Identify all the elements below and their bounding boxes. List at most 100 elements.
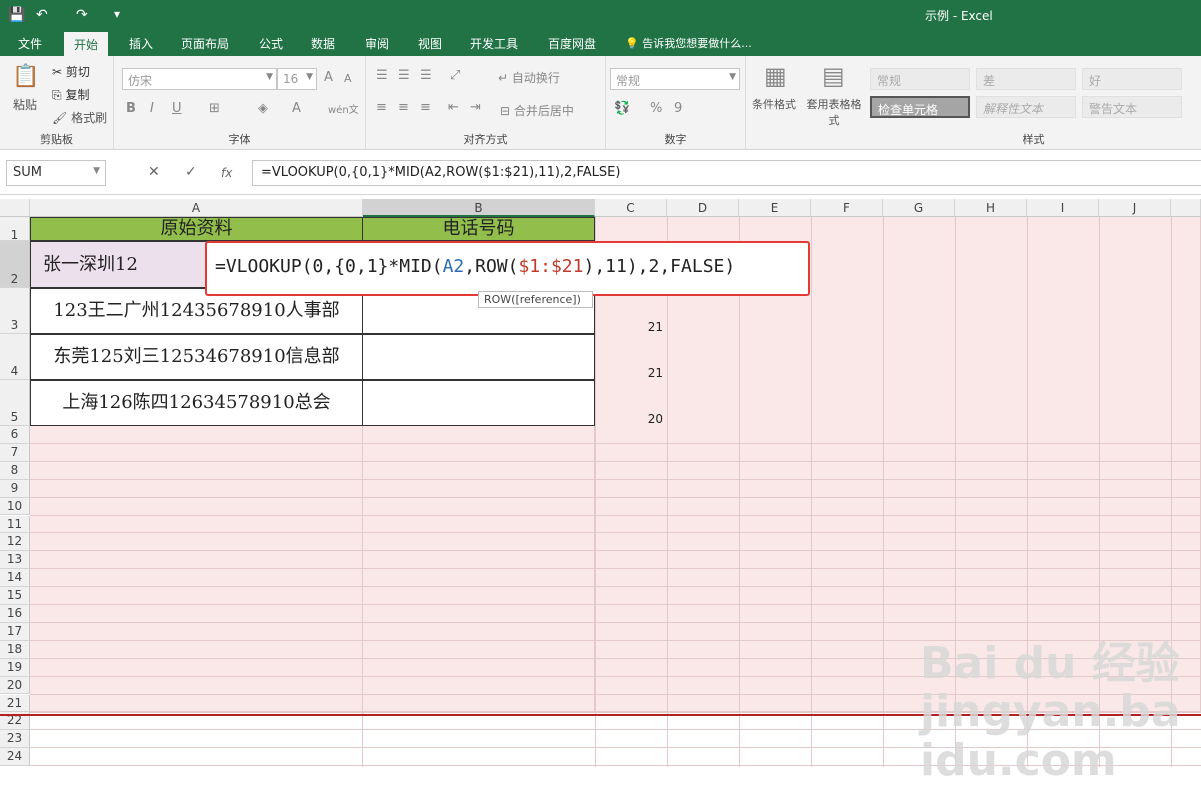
style-normal[interactable]: 常规 xyxy=(870,68,970,90)
align-center-icon[interactable]: ≡ xyxy=(398,100,409,115)
style-check-cell[interactable]: 检查单元格 xyxy=(870,96,970,118)
tab-baidu-netdisk[interactable]: 百度网盘 xyxy=(548,35,596,52)
shrink-font-button[interactable]: A xyxy=(344,72,352,85)
column-header-f[interactable]: F xyxy=(811,199,883,217)
align-top-icon[interactable]: ☰ xyxy=(376,68,388,83)
align-middle-icon[interactable]: ☰ xyxy=(398,68,410,83)
customize-icon[interactable]: ▾ xyxy=(114,7,120,21)
column-header-d[interactable]: D xyxy=(667,199,739,217)
row-header-6[interactable]: 6 xyxy=(0,426,30,444)
tab-formulas[interactable]: 公式 xyxy=(259,35,283,52)
cell-c4[interactable]: 21 xyxy=(600,366,663,380)
formula-input[interactable]: =VLOOKUP(0,{0,1}*MID(A2,ROW($1:$21),11),… xyxy=(252,160,1201,186)
name-box[interactable]: SUM ▼ xyxy=(6,160,106,186)
align-bottom-icon[interactable]: ☰ xyxy=(420,68,432,83)
insert-function-button[interactable]: fx xyxy=(221,166,232,180)
cell-a4[interactable]: 东莞125刘三12534678910信息部 xyxy=(30,334,363,380)
grow-font-button[interactable]: A xyxy=(324,70,333,85)
percent-button[interactable]: % xyxy=(650,101,662,116)
cell-b4[interactable] xyxy=(362,334,595,380)
redo-icon[interactable]: ↷ xyxy=(76,7,88,23)
column-header-j[interactable]: J xyxy=(1099,199,1171,217)
cell-c5[interactable]: 20 xyxy=(600,412,663,426)
row-header-5[interactable]: 5 xyxy=(0,380,30,426)
row-header-14[interactable]: 14 xyxy=(0,569,30,588)
tell-me-box[interactable]: 💡 告诉我您想要做什么... xyxy=(625,35,752,51)
orientation-icon[interactable]: ⤢ xyxy=(450,68,460,83)
align-right-icon[interactable]: ≡ xyxy=(420,100,431,115)
row-header-13[interactable]: 13 xyxy=(0,551,30,570)
row-header-23[interactable]: 23 xyxy=(0,730,30,749)
italic-button[interactable]: I xyxy=(150,101,154,116)
undo-icon[interactable]: ↶ xyxy=(36,7,48,23)
row-header-21[interactable]: 21 xyxy=(0,694,30,713)
paste-icon[interactable]: 📋 xyxy=(12,64,39,89)
column-header-e[interactable]: E xyxy=(739,199,811,217)
font-name-select[interactable]: 仿宋 ▼ xyxy=(122,68,277,90)
column-header-h[interactable]: H xyxy=(955,199,1027,217)
merge-center-button[interactable]: ⊟ 合并后居中 xyxy=(500,102,574,119)
bold-button[interactable]: B xyxy=(126,101,136,116)
tab-page-layout[interactable]: 页面布局 xyxy=(181,35,229,52)
tab-review[interactable]: 审阅 xyxy=(365,35,389,52)
column-header-c[interactable]: C xyxy=(595,199,667,217)
wrap-text-button[interactable]: ↵ 自动换行 xyxy=(498,69,560,86)
row-header-16[interactable]: 16 xyxy=(0,605,30,623)
decrease-indent-icon[interactable]: ⇤ xyxy=(448,100,459,115)
format-painter-button[interactable]: 🖌 格式刷 xyxy=(52,109,107,126)
row-header-17[interactable]: 17 xyxy=(0,622,30,641)
column-header-b[interactable]: B xyxy=(363,199,595,217)
row-header-4[interactable]: 4 xyxy=(0,334,30,380)
row-header-11[interactable]: 11 xyxy=(0,515,30,534)
phonetic-button[interactable]: wén文 xyxy=(328,101,359,116)
style-explanatory[interactable]: 解释性文本 xyxy=(976,96,1076,118)
row-header-8[interactable]: 8 xyxy=(0,461,30,480)
cell-b1[interactable]: 电话号码 xyxy=(362,217,595,241)
currency-icon[interactable]: 💱 xyxy=(614,101,630,116)
in-cell-formula-editor[interactable]: =VLOOKUP(0,{0,1}*MID(A2,ROW($1:$21),11),… xyxy=(205,241,810,296)
tab-data[interactable]: 数据 xyxy=(311,35,335,52)
tab-developer[interactable]: 开发工具 xyxy=(470,35,518,52)
align-left-icon[interactable]: ≡ xyxy=(376,100,387,115)
confirm-icon[interactable]: ✓ xyxy=(185,164,197,180)
tab-file[interactable]: 文件 xyxy=(18,35,42,52)
column-header-g[interactable]: G xyxy=(883,199,955,217)
font-size-select[interactable]: 16 ▼ xyxy=(277,68,317,90)
row-header-2[interactable]: 2 xyxy=(0,241,30,288)
comma-button[interactable]: 9 xyxy=(674,101,682,116)
row-header-10[interactable]: 10 xyxy=(0,497,30,516)
row-header-18[interactable]: 18 xyxy=(0,640,30,659)
number-format-select[interactable]: 常规 ▼ xyxy=(610,68,740,90)
conditional-format-icon[interactable]: ▦ xyxy=(764,62,787,90)
row-header-20[interactable]: 20 xyxy=(0,676,30,695)
row-header-1[interactable]: 1 xyxy=(0,217,30,242)
row-header-12[interactable]: 12 xyxy=(0,533,30,552)
select-all-corner[interactable] xyxy=(0,199,30,217)
style-good[interactable]: 好 xyxy=(1082,68,1182,90)
cell-a5[interactable]: 上海126陈四12634578910总会 xyxy=(30,380,363,426)
table-format-icon[interactable]: ▤ xyxy=(822,62,845,90)
cell-a1[interactable]: 原始资料 xyxy=(30,217,363,241)
cell-c3[interactable]: 21 xyxy=(600,320,663,334)
column-header-a[interactable]: A xyxy=(30,199,363,217)
borders-icon[interactable]: ⊞ xyxy=(209,101,220,116)
cell-b5[interactable] xyxy=(362,380,595,426)
row-header-7[interactable]: 7 xyxy=(0,443,30,462)
style-bad[interactable]: 差 xyxy=(976,68,1076,90)
tab-home[interactable]: 开始 xyxy=(64,32,109,56)
cancel-icon[interactable]: ✕ xyxy=(148,164,160,180)
save-icon[interactable]: 💾 xyxy=(8,7,25,23)
paste-button[interactable]: 粘贴 xyxy=(13,96,37,113)
font-color-button[interactable]: A xyxy=(292,101,301,116)
column-header-i[interactable]: I xyxy=(1027,199,1099,217)
row-header-24[interactable]: 24 xyxy=(0,748,30,767)
fill-color-icon[interactable]: ◈ xyxy=(258,101,268,116)
tab-insert[interactable]: 插入 xyxy=(129,35,153,52)
cell-area-bottom[interactable] xyxy=(30,426,595,713)
cut-button[interactable]: ✂ 剪切 xyxy=(52,63,90,80)
row-header-3[interactable]: 3 xyxy=(0,288,30,334)
tab-view[interactable]: 视图 xyxy=(418,35,442,52)
row-header-15[interactable]: 15 xyxy=(0,587,30,605)
copy-button[interactable]: ⎘ 复制 xyxy=(52,86,89,103)
increase-indent-icon[interactable]: ⇥ xyxy=(470,100,481,115)
